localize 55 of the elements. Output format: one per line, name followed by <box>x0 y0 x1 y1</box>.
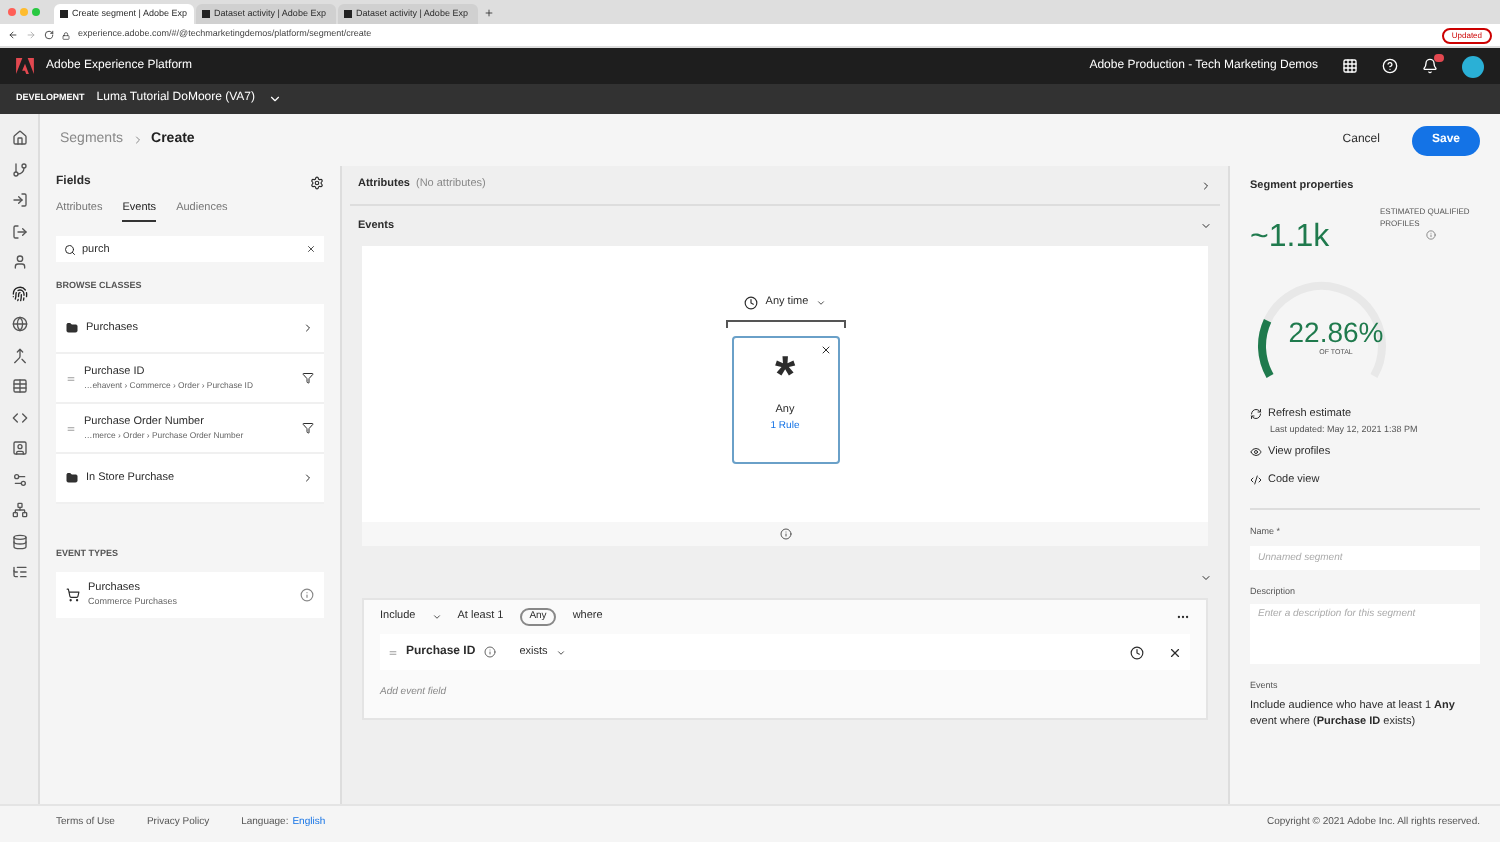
info-icon[interactable] <box>779 528 791 540</box>
drag-handle-icon <box>66 373 76 383</box>
table-icon[interactable] <box>11 378 27 394</box>
clock-icon <box>743 295 758 310</box>
favicon-icon <box>60 10 68 18</box>
fingerprint-icon[interactable] <box>11 285 27 301</box>
apps-grid-icon[interactable] <box>1342 58 1358 74</box>
avatar-icon[interactable] <box>1462 55 1484 77</box>
info-icon[interactable] <box>300 587 314 602</box>
expand-icon[interactable] <box>1200 179 1212 191</box>
login-icon[interactable] <box>11 192 27 208</box>
home-icon[interactable] <box>11 130 27 146</box>
collapse-icon[interactable] <box>1200 572 1212 584</box>
help-icon[interactable] <box>1382 58 1398 74</box>
logout-icon[interactable] <box>11 223 27 239</box>
user-square-icon[interactable] <box>11 440 27 456</box>
code-icon[interactable] <box>1250 473 1262 486</box>
drag-handle-icon <box>66 423 76 433</box>
chevron-right-icon <box>302 472 314 484</box>
info-icon[interactable] <box>483 646 496 658</box>
drag-handle-icon <box>388 647 398 657</box>
user-icon[interactable] <box>11 254 27 270</box>
back-icon[interactable] <box>8 30 18 40</box>
network-icon[interactable] <box>11 502 27 518</box>
globe-icon[interactable] <box>11 316 27 332</box>
more-icon[interactable] <box>1176 610 1190 624</box>
new-tab-icon[interactable] <box>484 7 494 17</box>
search-icon <box>64 243 76 256</box>
shopping-cart-icon <box>66 587 80 602</box>
profile-estimate: ~1.1k <box>1250 218 1330 259</box>
reload-icon[interactable] <box>44 30 54 40</box>
favicon-icon <box>202 10 210 18</box>
chevron-down-icon[interactable] <box>267 92 282 106</box>
event-symbol: * <box>774 350 796 399</box>
favicon-icon <box>344 10 352 18</box>
notification-badge-icon <box>1434 54 1444 62</box>
close-icon[interactable] <box>819 344 831 357</box>
percent-value: 22.86% <box>1288 318 1384 349</box>
list-tree-icon[interactable] <box>11 564 27 580</box>
remove-icon[interactable] <box>1168 645 1182 659</box>
logo-icon[interactable] <box>16 58 34 74</box>
merge-icon[interactable] <box>11 347 27 363</box>
database-icon[interactable] <box>11 533 27 549</box>
clock-icon[interactable] <box>1130 645 1144 659</box>
notifications-icon[interactable] <box>1422 58 1438 74</box>
folder-icon <box>66 322 78 334</box>
chevron-right-icon <box>302 322 314 334</box>
folder-icon <box>66 472 78 484</box>
code-icon[interactable] <box>11 409 27 425</box>
lock-icon <box>62 31 70 39</box>
eye-icon[interactable] <box>1250 446 1262 459</box>
collapse-icon[interactable] <box>1200 220 1212 232</box>
refresh-icon[interactable] <box>1250 408 1262 421</box>
chevron-right-icon <box>131 134 144 146</box>
branch-icon[interactable] <box>11 161 27 177</box>
